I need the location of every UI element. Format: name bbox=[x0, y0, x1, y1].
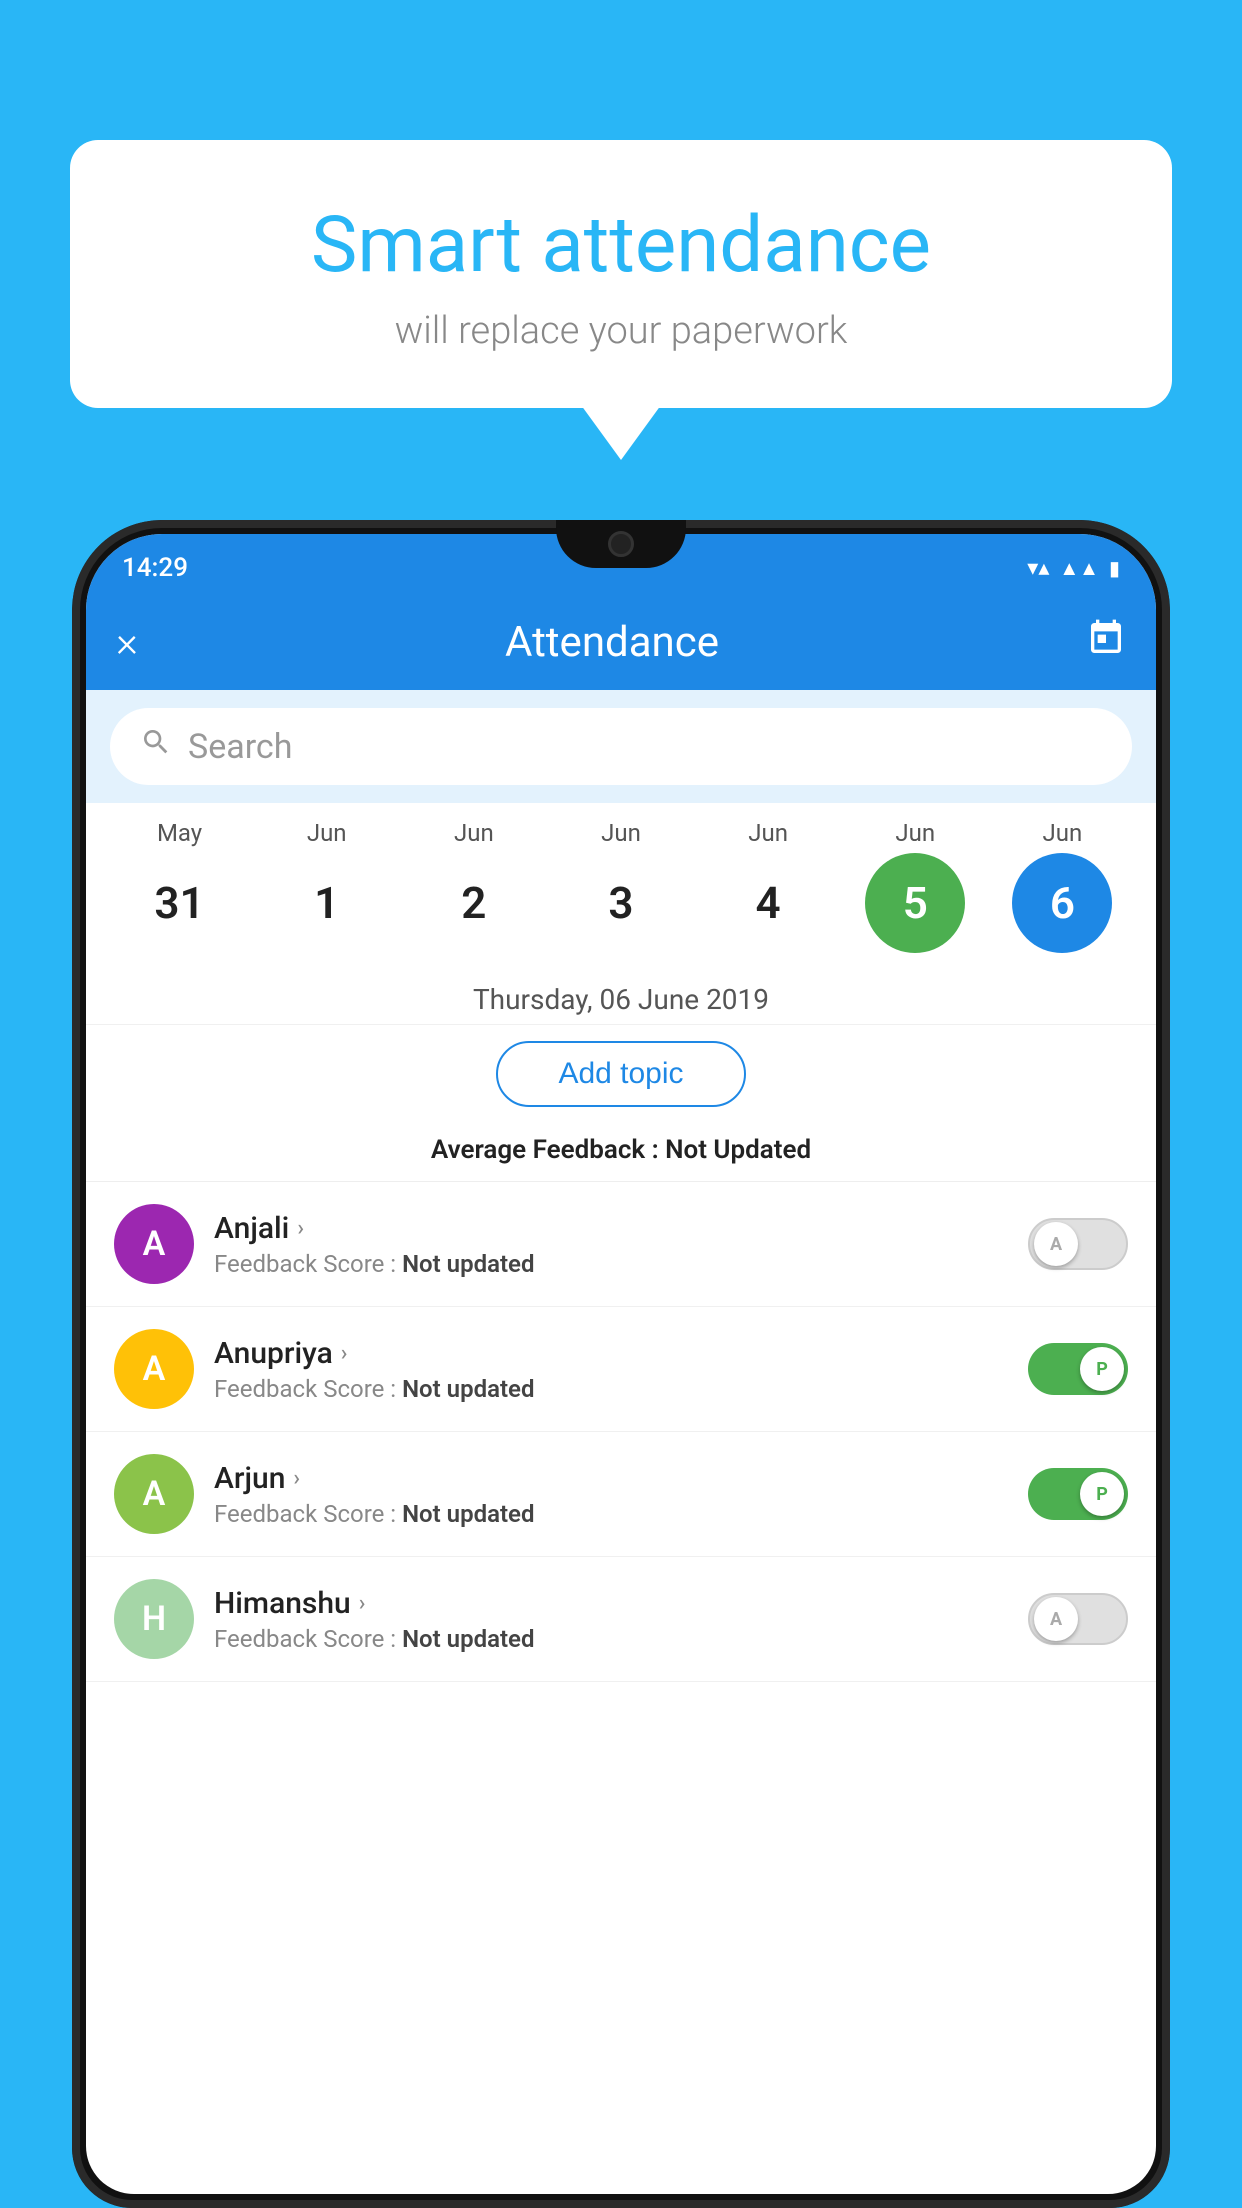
toggle-knob: A bbox=[1034, 1222, 1078, 1266]
search-container: Search bbox=[86, 690, 1156, 803]
selected-date-info: Thursday, 06 June 2019 bbox=[86, 965, 1156, 1025]
student-item[interactable]: H Himanshu › Feedback Score : Not updated A bbox=[86, 1557, 1156, 1682]
date-selector: May 31 Jun 1 Jun 2 Jun 3 Jun 4 Jun 5 Jun 6 bbox=[86, 803, 1156, 965]
bubble-subtitle: will replace your paperwork bbox=[130, 309, 1112, 353]
feedback-score: Feedback Score : Not updated bbox=[214, 1375, 1008, 1403]
date-col-6[interactable]: Jun 6 bbox=[997, 819, 1127, 953]
camera-lens bbox=[608, 531, 634, 557]
feedback-value: Not updated bbox=[402, 1625, 534, 1653]
feedback-value: Not updated bbox=[402, 1250, 534, 1278]
avatar: A bbox=[114, 1329, 194, 1409]
status-icons: ▾▴ ▲▲ ▮ bbox=[1027, 556, 1120, 581]
bubble-title: Smart attendance bbox=[130, 200, 1112, 291]
close-button[interactable]: × bbox=[116, 618, 138, 667]
student-name-text: Anupriya bbox=[214, 1336, 333, 1371]
student-info: Anupriya › Feedback Score : Not updated bbox=[214, 1336, 1008, 1403]
toggle-container: A bbox=[1028, 1593, 1128, 1645]
student-name: Anjali › bbox=[214, 1211, 1008, 1246]
month-label: May bbox=[157, 819, 202, 847]
phone-notch bbox=[556, 520, 686, 568]
speech-bubble: Smart attendance will replace your paper… bbox=[70, 140, 1172, 408]
toggle-knob: P bbox=[1080, 1472, 1124, 1516]
day-number[interactable]: 3 bbox=[571, 853, 671, 953]
toggle-container: P bbox=[1028, 1468, 1128, 1520]
feedback-value: Not updated bbox=[402, 1500, 534, 1528]
attendance-toggle[interactable]: P bbox=[1028, 1468, 1128, 1520]
day-number[interactable]: 31 bbox=[130, 853, 230, 953]
day-number[interactable]: 6 bbox=[1012, 853, 1112, 953]
avatar: H bbox=[114, 1579, 194, 1659]
student-name: Anupriya › bbox=[214, 1336, 1008, 1371]
avatar: A bbox=[114, 1454, 194, 1534]
toggle-container: P bbox=[1028, 1343, 1128, 1395]
day-number[interactable]: 1 bbox=[277, 853, 377, 953]
chevron-icon: › bbox=[293, 1466, 300, 1491]
date-col-31[interactable]: May 31 bbox=[115, 819, 245, 953]
month-label: Jun bbox=[307, 819, 347, 847]
phone-screen: 14:29 ▾▴ ▲▲ ▮ × Attendance bbox=[86, 534, 1156, 2194]
student-info: Arjun › Feedback Score : Not updated bbox=[214, 1461, 1008, 1528]
avg-feedback: Average Feedback : Not Updated bbox=[86, 1125, 1156, 1182]
day-number[interactable]: 5 bbox=[865, 853, 965, 953]
chevron-icon: › bbox=[341, 1341, 348, 1366]
attendance-toggle[interactable]: P bbox=[1028, 1343, 1128, 1395]
app-bar: × Attendance bbox=[86, 594, 1156, 690]
date-col-1[interactable]: Jun 1 bbox=[262, 819, 392, 953]
feedback-score: Feedback Score : Not updated bbox=[214, 1625, 1008, 1653]
avg-feedback-label: Average Feedback : bbox=[431, 1135, 659, 1165]
feedback-value: Not updated bbox=[402, 1375, 534, 1403]
calendar-icon[interactable] bbox=[1086, 618, 1126, 667]
month-label: Jun bbox=[601, 819, 641, 847]
search-placeholder: Search bbox=[188, 727, 292, 767]
selected-date-text: Thursday, 06 June 2019 bbox=[86, 983, 1156, 1016]
add-topic-container: Add topic bbox=[86, 1025, 1156, 1125]
feedback-score: Feedback Score : Not updated bbox=[214, 1500, 1008, 1528]
student-name-text: Arjun bbox=[214, 1461, 285, 1496]
student-item[interactable]: A Anjali › Feedback Score : Not updated A bbox=[86, 1182, 1156, 1307]
student-item[interactable]: A Arjun › Feedback Score : Not updated P bbox=[86, 1432, 1156, 1557]
student-info: Himanshu › Feedback Score : Not updated bbox=[214, 1586, 1008, 1653]
date-col-5[interactable]: Jun 5 bbox=[850, 819, 980, 953]
chevron-icon: › bbox=[359, 1591, 366, 1616]
avatar: A bbox=[114, 1204, 194, 1284]
student-list: AAnjali ›Feedback Score : Not updatedAAA… bbox=[86, 1182, 1156, 1682]
app-bar-title: Attendance bbox=[162, 618, 1062, 667]
avg-feedback-value: Not Updated bbox=[665, 1135, 811, 1165]
student-item[interactable]: A Anupriya › Feedback Score : Not updated P bbox=[86, 1307, 1156, 1432]
student-name-text: Himanshu bbox=[214, 1586, 351, 1621]
month-label: Jun bbox=[895, 819, 935, 847]
wifi-icon: ▾▴ bbox=[1027, 556, 1049, 581]
date-col-3[interactable]: Jun 3 bbox=[556, 819, 686, 953]
feedback-score: Feedback Score : Not updated bbox=[214, 1250, 1008, 1278]
signal-icon: ▲▲ bbox=[1059, 556, 1099, 581]
status-time: 14:29 bbox=[122, 553, 188, 583]
day-number[interactable]: 2 bbox=[424, 853, 524, 953]
add-topic-button[interactable]: Add topic bbox=[496, 1041, 745, 1107]
student-name: Himanshu › bbox=[214, 1586, 1008, 1621]
chevron-icon: › bbox=[297, 1216, 304, 1241]
date-col-2[interactable]: Jun 2 bbox=[409, 819, 539, 953]
month-label: Jun bbox=[748, 819, 788, 847]
toggle-knob: A bbox=[1034, 1597, 1078, 1641]
month-label: Jun bbox=[1043, 819, 1083, 847]
student-name-text: Anjali bbox=[214, 1211, 289, 1246]
speech-bubble-container: Smart attendance will replace your paper… bbox=[70, 140, 1172, 408]
month-label: Jun bbox=[454, 819, 494, 847]
day-number[interactable]: 4 bbox=[718, 853, 818, 953]
date-row: May 31 Jun 1 Jun 2 Jun 3 Jun 4 Jun 5 Jun 6 bbox=[106, 819, 1136, 953]
attendance-toggle[interactable]: A bbox=[1028, 1593, 1128, 1645]
toggle-container: A bbox=[1028, 1218, 1128, 1270]
search-box[interactable]: Search bbox=[110, 708, 1132, 785]
student-info: Anjali › Feedback Score : Not updated bbox=[214, 1211, 1008, 1278]
attendance-toggle[interactable]: A bbox=[1028, 1218, 1128, 1270]
date-col-4[interactable]: Jun 4 bbox=[703, 819, 833, 953]
phone-frame: 14:29 ▾▴ ▲▲ ▮ × Attendance bbox=[72, 520, 1170, 2208]
student-name: Arjun › bbox=[214, 1461, 1008, 1496]
search-icon bbox=[140, 726, 172, 767]
battery-icon: ▮ bbox=[1109, 556, 1120, 580]
toggle-knob: P bbox=[1080, 1347, 1124, 1391]
